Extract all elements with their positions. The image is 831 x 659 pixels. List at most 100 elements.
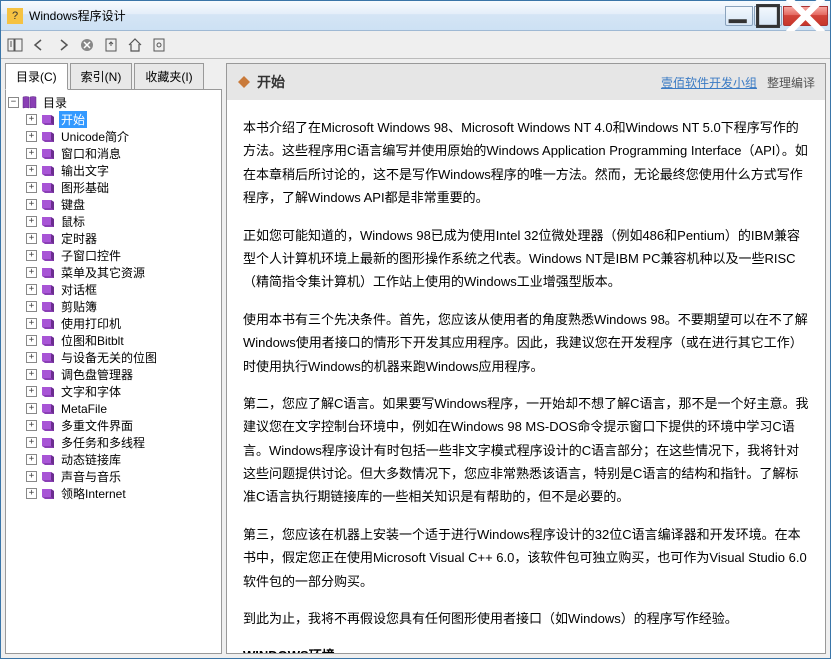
close-button[interactable] (783, 6, 828, 26)
content-body[interactable]: 本书介绍了在Microsoft Windows 98、Microsoft Win… (227, 100, 825, 653)
tree-item[interactable]: +声音与音乐 (8, 468, 219, 485)
toc-tree[interactable]: − 目录 +开始+Unicode简介+窗口和消息+输出文字+图形基础+键盘+鼠标… (5, 90, 222, 654)
tree-item-label: 调色盘管理器 (59, 366, 135, 383)
expand-icon[interactable]: + (26, 267, 37, 278)
tree-item[interactable]: + 调色盘管理器 (8, 366, 219, 383)
tree-item[interactable]: + 剪贴簿 (8, 298, 219, 315)
book-icon (40, 351, 56, 364)
window-controls (724, 6, 828, 26)
book-icon (40, 300, 56, 313)
forward-icon[interactable] (53, 35, 73, 55)
book-icon (40, 232, 56, 245)
tree-item[interactable]: + MetaFile (8, 400, 219, 417)
tree-item[interactable]: + 多重文件界面 (8, 417, 219, 434)
book-icon (40, 317, 56, 330)
book-icon (40, 147, 56, 160)
tree-item[interactable]: + 与设备无关的位图 (8, 349, 219, 366)
tree-item[interactable]: + 子窗口控件 (8, 247, 219, 264)
sidebar: 目录(C) 索引(N) 收藏夹(I) − 目录 +开始+Unicode简介+窗口… (1, 59, 226, 658)
tree-item-label: 鼠标 (59, 213, 87, 230)
tree-item[interactable]: +使用打印机 (8, 315, 219, 332)
expand-icon[interactable]: + (26, 182, 37, 193)
paragraph: 正如您可能知道的，Windows 98已成为使用Intel 32位微处理器（例如… (243, 224, 809, 294)
expand-icon[interactable]: + (26, 318, 37, 329)
minimize-button[interactable] (725, 6, 753, 26)
titlebar[interactable]: ? Windows程序设计 (1, 1, 830, 31)
tree-item[interactable]: + 鼠标 (8, 213, 219, 230)
tree-item-label: 定时器 (59, 230, 99, 247)
nav-tabs: 目录(C) 索引(N) 收藏夹(I) (5, 63, 222, 90)
paragraph: 第二，您应了解C语言。如果要写Windows程序，一开始却不想了解C语言，那不是… (243, 392, 809, 509)
options-icon[interactable] (149, 35, 169, 55)
book-icon (40, 402, 56, 415)
tree-item[interactable]: +Unicode简介 (8, 128, 219, 145)
tree-item-label: 窗口和消息 (59, 145, 123, 162)
expand-icon[interactable]: + (26, 148, 37, 159)
expand-icon[interactable]: + (26, 386, 37, 397)
tree-item[interactable]: +键盘 (8, 196, 219, 213)
section-heading: WINDOWS环境 (243, 644, 809, 653)
expand-icon[interactable]: + (26, 403, 37, 414)
content-title: 开始 (257, 72, 661, 92)
tab-contents[interactable]: 目录(C) (5, 63, 68, 90)
tree-item-label: MetaFile (59, 402, 109, 416)
tree-item-label: 多重文件界面 (59, 417, 135, 434)
book-icon (40, 419, 56, 432)
tree-item[interactable]: +输出文字 (8, 162, 219, 179)
book-icon (40, 266, 56, 279)
expand-icon[interactable]: + (26, 301, 37, 312)
tree-item[interactable]: +位图和Bitblt (8, 332, 219, 349)
expand-icon[interactable]: + (26, 420, 37, 431)
expand-icon[interactable]: + (26, 437, 37, 448)
tree-item[interactable]: +菜单及其它资源 (8, 264, 219, 281)
diamond-icon (237, 75, 251, 89)
tree-item-label: 子窗口控件 (59, 247, 123, 264)
expand-icon[interactable]: + (26, 352, 37, 363)
content-header: 开始 壹佰软件开发小组 整理编译 (227, 64, 825, 100)
expand-icon[interactable]: + (26, 233, 37, 244)
maximize-button[interactable] (754, 6, 782, 26)
book-icon (40, 181, 56, 194)
expand-icon[interactable]: + (26, 454, 37, 465)
refresh-icon[interactable] (101, 35, 121, 55)
book-icon (40, 164, 56, 177)
back-icon[interactable] (29, 35, 49, 55)
paragraph: 使用本书有三个先决条件。首先，您应该从使用者的角度熟悉Windows 98。不要… (243, 308, 809, 378)
tree-item-label: 剪贴簿 (59, 298, 99, 315)
expand-icon[interactable]: + (26, 131, 37, 142)
book-icon (40, 130, 56, 143)
tree-item[interactable]: +开始 (8, 111, 219, 128)
tree-item[interactable]: +领略Internet (8, 485, 219, 502)
expand-icon[interactable]: + (26, 335, 37, 346)
stop-icon[interactable] (77, 35, 97, 55)
tree-item[interactable]: + 窗口和消息 (8, 145, 219, 162)
expand-icon[interactable]: + (26, 369, 37, 380)
home-icon[interactable] (125, 35, 145, 55)
tree-item-label: 与设备无关的位图 (59, 349, 159, 366)
tree-item[interactable]: +图形基础 (8, 179, 219, 196)
expand-icon[interactable]: + (26, 250, 37, 261)
tree-item[interactable]: + 多任务和多线程 (8, 434, 219, 451)
link-compile: 整理编译 (767, 74, 815, 91)
expand-icon[interactable]: + (26, 488, 37, 499)
tree-item[interactable]: +对话框 (8, 281, 219, 298)
tree-item[interactable]: + 定时器 (8, 230, 219, 247)
collapse-icon[interactable]: − (8, 97, 19, 108)
expand-icon[interactable]: + (26, 216, 37, 227)
expand-icon[interactable]: + (26, 165, 37, 176)
expand-icon[interactable]: + (26, 199, 37, 210)
paragraph: 到此为止，我将不再假设您具有任何图形使用者接口（如Windows）的程序写作经验… (243, 607, 809, 630)
tree-item[interactable]: +动态链接库 (8, 451, 219, 468)
link-group[interactable]: 壹佰软件开发小组 (661, 74, 757, 91)
window-title: Windows程序设计 (29, 7, 724, 24)
tree-item[interactable]: +文字和字体 (8, 383, 219, 400)
hide-nav-icon[interactable] (5, 35, 25, 55)
tab-index[interactable]: 索引(N) (70, 63, 133, 89)
expand-icon[interactable]: + (26, 471, 37, 482)
content-pane: 开始 壹佰软件开发小组 整理编译 本书介绍了在Microsoft Windows… (226, 63, 826, 654)
tree-item-label: 多任务和多线程 (59, 434, 147, 451)
expand-icon[interactable]: + (26, 114, 37, 125)
tree-root[interactable]: − 目录 (8, 94, 219, 111)
tab-favorites[interactable]: 收藏夹(I) (134, 63, 203, 89)
expand-icon[interactable]: + (26, 284, 37, 295)
